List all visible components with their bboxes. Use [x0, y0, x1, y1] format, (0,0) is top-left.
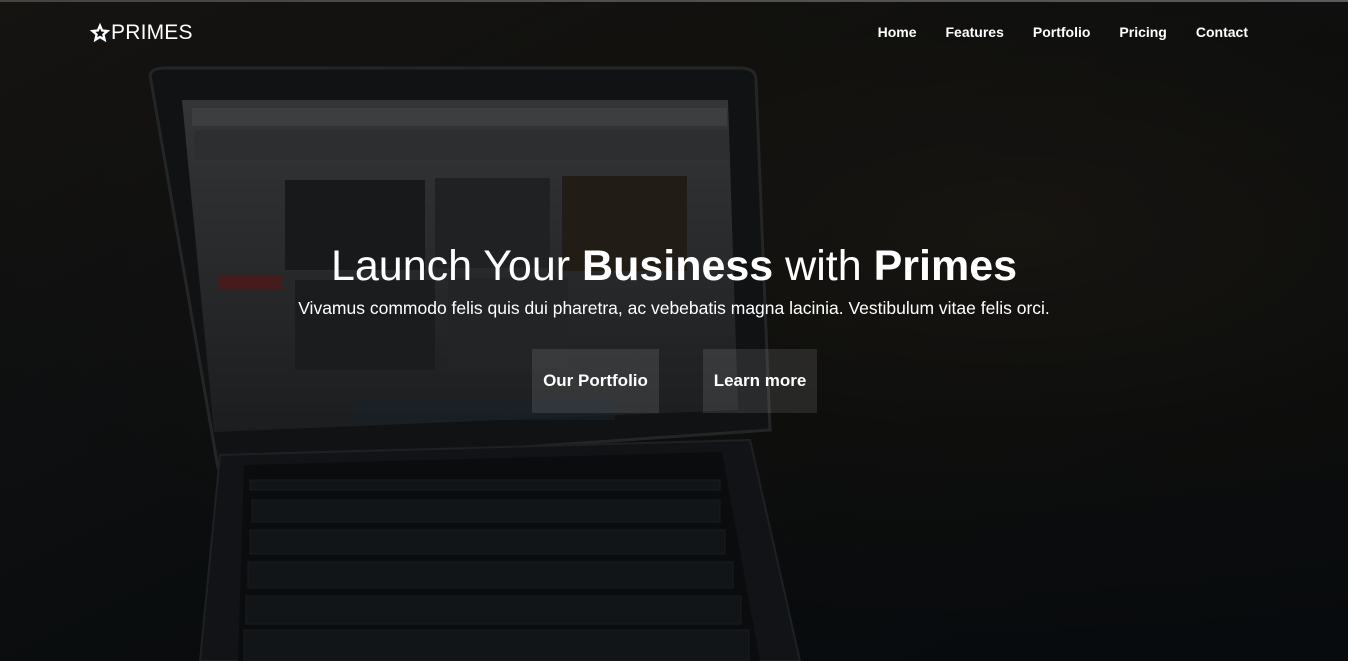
star-icon: [89, 22, 111, 43]
dark-overlay: [0, 0, 1348, 661]
navbar: PRIMES Home Features Portfolio Pricing C…: [0, 2, 1348, 62]
our-portfolio-button[interactable]: Our Portfolio: [532, 349, 659, 413]
nav-link-portfolio[interactable]: Portfolio: [1033, 24, 1091, 40]
nav-link-home[interactable]: Home: [878, 24, 917, 40]
headline-part-3: with: [773, 242, 874, 290]
learn-more-button[interactable]: Learn more: [703, 349, 817, 413]
headline-part-2: Business: [582, 242, 774, 290]
brand-name: PRIMES: [111, 21, 193, 44]
headline-part-4: Primes: [873, 242, 1018, 290]
hero-section: PRIMES Home Features Portfolio Pricing C…: [0, 0, 1348, 661]
headline-part-1: Launch Your: [330, 242, 583, 290]
brand-logo[interactable]: PRIMES: [89, 21, 193, 45]
nav-menu: Home Features Portfolio Pricing Contact: [849, 24, 1248, 40]
nav-link-contact[interactable]: Contact: [1196, 24, 1248, 40]
nav-link-pricing[interactable]: Pricing: [1119, 24, 1166, 40]
hero-subtitle: Vivamus commodo felis quis dui pharetra,…: [298, 298, 1050, 318]
hero-headline: Launch Your Business with Primes: [0, 240, 1348, 292]
nav-link-features[interactable]: Features: [946, 24, 1004, 40]
